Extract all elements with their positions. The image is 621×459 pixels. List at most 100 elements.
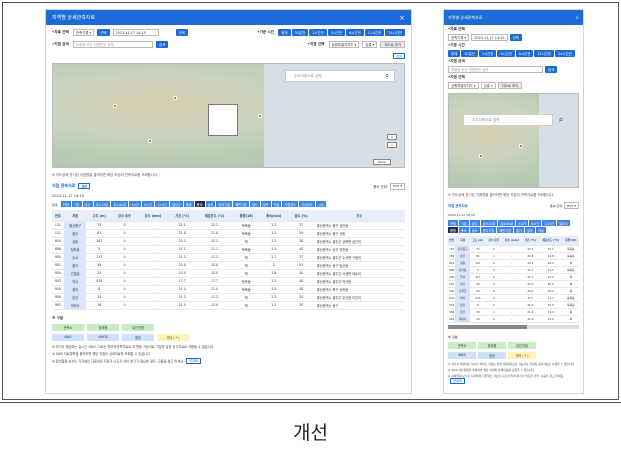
table-row[interactable]: 152 울산 81 0-21.8 21.8 북북동 1.5 39 울산광역시 중구 서동	[52, 229, 405, 238]
mobile-element-chip[interactable]: 적설	[535, 227, 546, 233]
table-header-cell[interactable]: 번호	[52, 210, 64, 222]
element-chip[interactable]: 3시간	[129, 201, 142, 207]
mobile-table-row[interactable]: 956 온산 34 0-21.3 21.3 북	[448, 308, 579, 316]
element-chip[interactable]: 12시간	[155, 201, 169, 207]
mobile-element-chip[interactable]: 6시간	[529, 220, 542, 226]
mobile-element-chip[interactable]: 풍속	[458, 227, 469, 233]
table-row[interactable]: 904 간절곶 23 0-20.0 20.0 북 3.8 40 울산광역시 울주군 서생면 대송…	[52, 269, 405, 278]
table-row[interactable]: 963 대덕사 16 0-21.0 21.0 북 1.3 35 울산광역시 동구	[52, 301, 405, 310]
table-row[interactable]: 151 울산중구 73 0-22.1 22.1 북북동 1.5 37 울산광역시 중구 성안동	[52, 221, 405, 230]
mobile-table-cell[interactable]: 간절곶	[455, 287, 470, 295]
table-row[interactable]: 901 울기 49 0-20.0 20.0 북 2 53 울산광역시 동구 일산동	[52, 261, 405, 270]
mobile-element-chip[interactable]: 해면기압	[497, 227, 514, 233]
mobile-element-chip[interactable]: 3시간	[516, 220, 529, 226]
map-view-button[interactable]: 지도로 보기	[380, 41, 405, 48]
close-icon[interactable]: ×	[399, 14, 405, 22]
table-header-cell[interactable]: 지점	[63, 210, 87, 222]
mobile-header-cell[interactable]: 체감온도 (℃)	[538, 236, 563, 246]
mobile-time-button[interactable]: 12시간전	[534, 50, 555, 57]
place-search-input[interactable]: 지점명 또는 지점번호 입력	[73, 41, 153, 48]
datetime-input[interactable]: 2023.11.17 14:15	[112, 29, 159, 36]
refresh-button[interactable]: 갱신	[78, 183, 91, 189]
mobile-province-select[interactable]: 강원특별자치도 ▾	[448, 82, 479, 89]
mobile-element-chip[interactable]: 강수15분	[480, 220, 498, 226]
element-chip[interactable]: 풍향	[183, 201, 194, 207]
station-name-cell[interactable]: 상동	[63, 237, 87, 246]
time-button[interactable]: 30분전	[291, 29, 309, 36]
mobile-time-button[interactable]: 30분전	[461, 50, 478, 57]
element-chip[interactable]: 현지기압	[216, 201, 233, 207]
mobile-guide-button[interactable]: 안내바	[450, 377, 465, 384]
mobile-element-chip[interactable]: 일조	[524, 227, 535, 233]
mobile-table-cell[interactable]: 울산	[455, 252, 470, 260]
station-name-cell[interactable]: 정자동	[63, 245, 87, 254]
mobile-table-row[interactable]: 151 울산중구 73 0-22.1 22.1 북북동	[448, 245, 579, 253]
time-button[interactable]: 24시간전	[385, 29, 405, 36]
table-row[interactable]: 900 두서 117 0-21.2 21.2 북 2.7 37 울산광역시 울주군 두서면 구량…	[52, 253, 405, 262]
mobile-close-icon[interactable]: ×	[576, 15, 579, 20]
mobile-search-icon[interactable]: ⌕	[553, 114, 569, 126]
mobile-station-select[interactable]: 강릉 ▾	[480, 82, 496, 89]
time-button[interactable]: 3시간전	[327, 29, 346, 36]
element-chip[interactable]: 강수60분	[111, 201, 129, 207]
mobile-table-row[interactable]: 901 울기 49 0-20.0 20.0 북	[448, 280, 579, 288]
station-name-cell[interactable]: 울기	[63, 261, 87, 270]
mobile-header-cell[interactable]: 풍향(16)	[562, 236, 579, 246]
element-chip[interactable]: 강수15분	[93, 201, 111, 207]
table-header-cell[interactable]: 체감온도 (℃)	[195, 210, 234, 222]
element-chip[interactable]: 습도	[205, 201, 216, 207]
mobile-header-cell[interactable]: 번호	[448, 236, 456, 246]
mobile-element-chip[interactable]: 강수60분	[498, 220, 516, 226]
mobile-header-cell[interactable]: 지점	[455, 236, 470, 246]
mobile-element-chip[interactable]: 풍향	[448, 227, 458, 233]
mobile-header-cell[interactable]: 기온 (℃)	[521, 236, 539, 246]
mobile-header-cell[interactable]: 고도 (m)	[469, 236, 486, 246]
guide-button[interactable]: 안내바	[186, 357, 202, 364]
mobile-search-button[interactable]: 검색	[545, 66, 558, 73]
element-chip[interactable]: 일사	[249, 201, 260, 207]
mobile-time-button[interactable]: 3시간전	[497, 50, 515, 57]
station-select[interactable]: 강릉 ▾	[362, 41, 378, 48]
table-row[interactable]: 956 온산 34 0-21.3 21.3 북 2.3 34 울산광역시 울주군 온산읍 이진리	[52, 293, 405, 302]
element-chip[interactable]: 해면기압	[233, 201, 249, 207]
mobile-time-button[interactable]: 1시간전	[478, 50, 497, 57]
mobile-table-row[interactable]: 854 상동 167 0-20.2 20.2 북	[448, 259, 579, 267]
time-button[interactable]: 12시간전	[364, 29, 385, 36]
time-button[interactable]: 1시간전	[309, 29, 327, 36]
scrollbar-thumb[interactable]	[448, 324, 527, 329]
mobile-element-chip[interactable]: 일사	[514, 227, 524, 233]
station-name-cell[interactable]: 울산	[63, 229, 87, 238]
mobile-table-cell[interactable]: 두서	[455, 273, 470, 281]
element-chip[interactable]: 기온	[71, 201, 82, 207]
mobile-map-view-button[interactable]: 지도로 보기	[497, 82, 523, 89]
mobile-table-row[interactable]: 963 대덕사 16 0-21.0 21.0 북	[448, 315, 579, 323]
mobile-station-marker[interactable]	[519, 144, 523, 148]
station-name-cell[interactable]: 대덕사	[63, 301, 87, 310]
mobile-table-cell[interactable]: 대덕사	[455, 315, 470, 323]
table-row[interactable]: 949 정자 8 0-21.0 21.0 북북동 1.4 48 울산광역시 북구 산하동	[52, 285, 405, 294]
mobile-table-row[interactable]: 904 간절곶 23 0-20.0 20.0 북	[448, 287, 579, 295]
station-marker[interactable]	[148, 139, 152, 143]
mobile-station-map[interactable]: 주요지명으로 입력 ⌕	[448, 93, 579, 188]
element-chip[interactable]: 일강수	[169, 201, 183, 207]
mobile-table-cell[interactable]: 정자	[455, 301, 470, 309]
station-name-cell[interactable]: 울산중구	[63, 221, 87, 230]
table-header-cell[interactable]: 고도 (m)	[86, 210, 113, 222]
station-name-cell[interactable]: 온산	[63, 293, 87, 302]
datetime-apply-button[interactable]: 선택	[175, 29, 188, 36]
element-chip[interactable]: 풍속	[194, 201, 205, 207]
mobile-table-row[interactable]: 898 정자동 5 0-21.1 21.1 북북동	[448, 266, 579, 274]
mobile-map-search-input[interactable]: 주요지명으로 입력	[463, 114, 553, 126]
mobile-table-cell[interactable]: 정자동	[455, 266, 470, 274]
mobile-data-type-select[interactable]: 관측기록 ▾	[448, 34, 470, 41]
unit-filter-select[interactable]: m/s ▾	[390, 182, 405, 190]
zoom-out-button[interactable]: −	[387, 142, 397, 148]
mobile-unit-select[interactable]: m/s ▾	[564, 202, 579, 209]
mobile-element-chip[interactable]: 전체	[448, 220, 458, 226]
table-header-cell[interactable]: 강수 유무	[112, 210, 137, 222]
map-toggle-button[interactable]: 접기	[393, 53, 405, 59]
base-layer-button[interactable]: Base	[373, 159, 391, 165]
element-chip[interactable]: 적설	[271, 201, 282, 207]
element-chip[interactable]: 지면온도	[282, 201, 299, 207]
mobile-datetime-input[interactable]: 2023.11.17 14:15	[471, 34, 508, 41]
